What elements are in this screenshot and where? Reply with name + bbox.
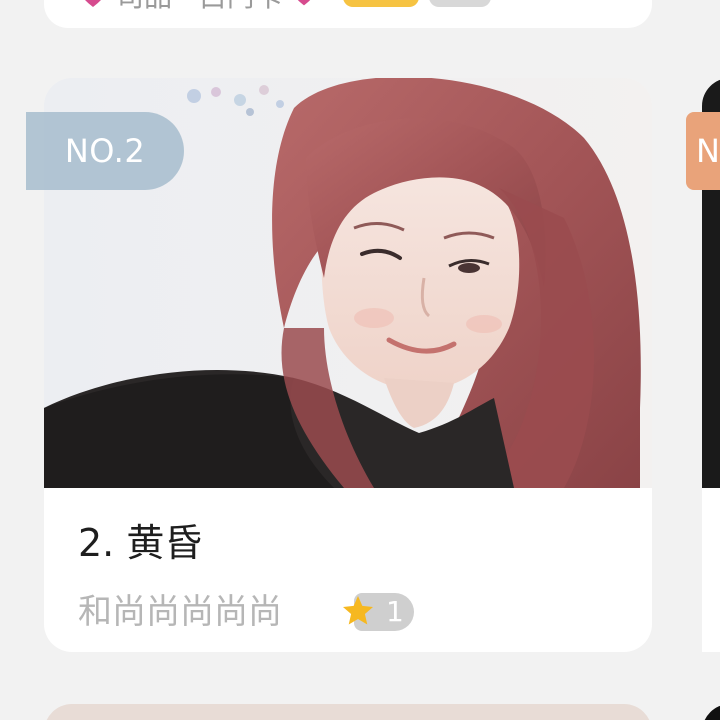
star-rating-pill: 1 xyxy=(340,592,414,631)
ranking-list-viewport: 司品 · 白鬥卡 xyxy=(0,0,720,720)
next-rank-badge: N xyxy=(686,112,720,190)
star-icon xyxy=(340,593,376,629)
lower-ranking-card[interactable] xyxy=(44,704,652,720)
rank-badge: NO.2 xyxy=(26,112,184,190)
card-title[interactable]: 2. 黄昏 xyxy=(78,516,202,570)
heart-icon xyxy=(80,0,106,9)
previous-card-meta: 司品 · 白鬥卡 xyxy=(80,0,491,11)
star-count: 1 xyxy=(386,595,404,628)
next-card-info-area xyxy=(702,488,720,652)
previous-card-count-pill xyxy=(428,0,491,7)
previous-card-tag xyxy=(342,0,419,7)
lower-right-ranking-card[interactable] xyxy=(702,704,720,720)
card-subtitle: 和尚尚尚尚尚 xyxy=(78,592,282,632)
previous-card-text: 司品 · 白鬥卡 xyxy=(116,0,283,11)
heart-icon xyxy=(293,0,315,7)
